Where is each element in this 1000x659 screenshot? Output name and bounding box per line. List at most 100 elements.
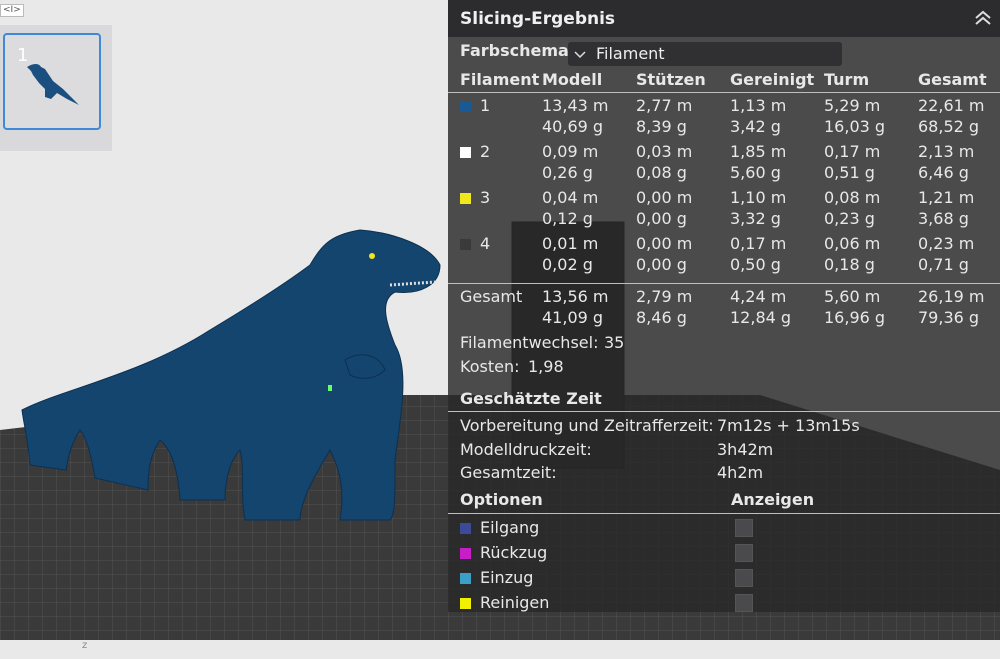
length-cell: 0,09 m: [542, 142, 599, 161]
total-label: Gesamt: [460, 287, 523, 306]
length-cell: 2,13 m: [918, 142, 975, 161]
option-label: Eilgang: [480, 518, 540, 537]
collapse-icon[interactable]: [974, 8, 992, 28]
filament-color-swatch: [460, 239, 471, 250]
option-display-checkbox[interactable]: [735, 519, 753, 537]
weight-cell: 0,50 g: [730, 255, 781, 274]
filament-changes-value: 35: [604, 333, 625, 352]
weight-cell: 68,52 g: [918, 117, 980, 136]
cost-label: Kosten:: [460, 357, 520, 376]
weight-cell: 0,00 g: [636, 255, 687, 274]
option-label: Einzug: [480, 568, 534, 587]
col-header-model: Modell: [542, 70, 603, 89]
model-time-value: 3h42m: [717, 440, 774, 459]
color-scheme-select[interactable]: Filament: [568, 42, 842, 66]
marker: [328, 385, 332, 391]
length-cell: 1,21 m: [918, 188, 975, 207]
length-cell: 1,13 m: [730, 96, 787, 115]
weight-cell: 40,69 g: [542, 117, 604, 136]
total-weight-cell: 12,84 g: [730, 308, 792, 327]
color-scheme-value: Filament: [596, 44, 665, 63]
col-header-filament: Filament: [460, 70, 540, 89]
weight-cell: 5,60 g: [730, 163, 781, 182]
length-cell: 1,10 m: [730, 188, 787, 207]
col-header-purged: Gereinigt: [730, 70, 815, 89]
object-list-tag[interactable]: <I>: [0, 4, 24, 17]
weight-cell: 0,08 g: [636, 163, 687, 182]
option-color-swatch: [460, 523, 471, 534]
plate-thumbnail[interactable]: 1: [3, 33, 101, 130]
panel-header: Slicing-Ergebnis: [448, 0, 1000, 37]
length-cell: 2,77 m: [636, 96, 693, 115]
filament-color-swatch: [460, 193, 471, 204]
weight-cell: 16,03 g: [824, 117, 886, 136]
total-divider: [448, 283, 1000, 284]
length-cell: 0,04 m: [542, 188, 599, 207]
chevron-down-icon: [574, 51, 586, 59]
total-weight-cell: 41,09 g: [542, 308, 604, 327]
weight-cell: 0,12 g: [542, 209, 593, 228]
options-title: Optionen: [460, 490, 543, 509]
filament-changes-label: Filamentwechsel:: [460, 333, 599, 352]
total-length-cell: 13,56 m: [542, 287, 609, 306]
filament-color-swatch: [460, 101, 471, 112]
weight-cell: 0,71 g: [918, 255, 969, 274]
option-color-swatch: [460, 598, 471, 609]
length-cell: 0,23 m: [918, 234, 975, 253]
weight-cell: 3,68 g: [918, 209, 969, 228]
option-display-checkbox[interactable]: [735, 544, 753, 562]
prep-time-label: Vorbereitung und Zeitrafferzeit:: [460, 416, 714, 435]
filament-id: 4: [480, 234, 491, 253]
filament-color-swatch: [460, 147, 471, 158]
prep-time-value: 7m12s + 13m15s: [717, 416, 860, 435]
time-divider: [448, 411, 1000, 412]
weight-cell: 3,42 g: [730, 117, 781, 136]
options-divider: [448, 513, 1000, 514]
option-display-checkbox[interactable]: [735, 594, 753, 612]
length-cell: 0,00 m: [636, 188, 693, 207]
length-cell: 0,06 m: [824, 234, 881, 253]
cost-value: 1,98: [528, 357, 564, 376]
slicing-result-panel: Slicing-Ergebnis Farbschema Filament Fil…: [448, 0, 1000, 612]
model-time-label: Modelldruckzeit:: [460, 440, 592, 459]
option-color-swatch: [460, 548, 471, 559]
color-scheme-label: Farbschema: [460, 41, 569, 60]
option-label: Reinigen: [480, 593, 550, 612]
weight-cell: 0,51 g: [824, 163, 875, 182]
weight-cell: 0,18 g: [824, 255, 875, 274]
panel-title: Slicing-Ergebnis: [460, 8, 616, 29]
total-length-cell: 5,60 m: [824, 287, 881, 306]
col-header-tower: Turm: [824, 70, 870, 89]
total-length-cell: 2,79 m: [636, 287, 693, 306]
length-cell: 0,01 m: [542, 234, 599, 253]
display-title: Anzeigen: [731, 490, 815, 509]
weight-cell: 0,23 g: [824, 209, 875, 228]
eye-highlight: [369, 253, 375, 259]
total-weight-cell: 16,96 g: [824, 308, 886, 327]
length-cell: 0,03 m: [636, 142, 693, 161]
estimated-time-title: Geschätzte Zeit: [460, 389, 602, 408]
col-header-total: Gesamt: [918, 70, 987, 89]
total-length-cell: 4,24 m: [730, 287, 787, 306]
weight-cell: 0,26 g: [542, 163, 593, 182]
length-cell: 0,00 m: [636, 234, 693, 253]
length-cell: 0,17 m: [730, 234, 787, 253]
total-time-value: 4h2m: [717, 463, 764, 482]
length-cell: 13,43 m: [542, 96, 609, 115]
weight-cell: 0,02 g: [542, 255, 593, 274]
plate-list: 1: [0, 25, 112, 151]
total-time-label: Gesamtzeit:: [460, 463, 557, 482]
header-divider: [448, 92, 1000, 93]
length-cell: 5,29 m: [824, 96, 881, 115]
total-weight-cell: 8,46 g: [636, 308, 687, 327]
col-header-supports: Stützen: [636, 70, 706, 89]
filament-id: 2: [480, 142, 491, 161]
option-label: Rückzug: [480, 543, 548, 562]
weight-cell: 3,32 g: [730, 209, 781, 228]
option-color-swatch: [460, 573, 471, 584]
axis-z-label: z: [82, 640, 88, 651]
filament-id: 3: [480, 188, 491, 207]
filament-id: 1: [480, 96, 491, 115]
option-display-checkbox[interactable]: [735, 569, 753, 587]
weight-cell: 0,00 g: [636, 209, 687, 228]
